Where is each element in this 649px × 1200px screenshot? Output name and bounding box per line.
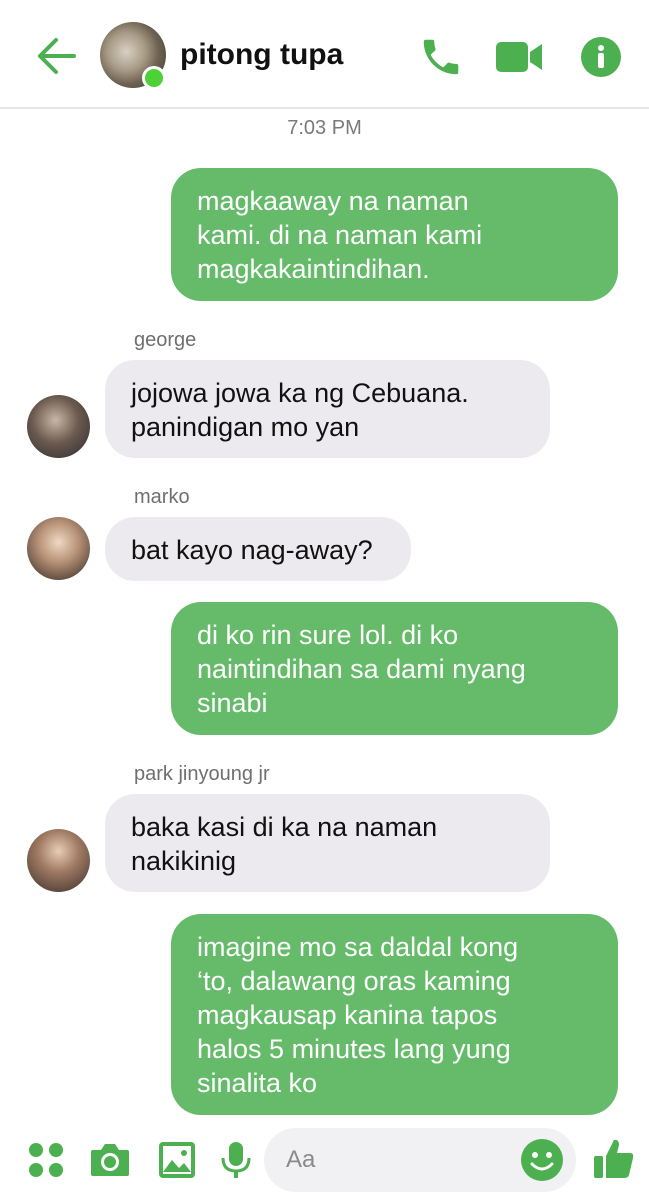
message-line: di ko rin sure lol. di ko: [197, 620, 459, 650]
incoming-message-bubble[interactable]: jojowa jowa ka ng Cebuana. panindigan mo…: [105, 360, 550, 458]
message-line: sinabi: [197, 688, 268, 718]
info-icon[interactable]: [580, 36, 622, 78]
video-camera-icon[interactable]: [494, 34, 544, 80]
message-input-placeholder: Aa: [286, 1146, 316, 1173]
back-arrow-icon[interactable]: [34, 36, 78, 76]
image-icon[interactable]: [157, 1140, 197, 1180]
phone-icon[interactable]: [418, 34, 464, 80]
thumbs-up-icon[interactable]: [592, 1136, 636, 1182]
message-line: sinalita ko: [197, 1068, 318, 1098]
menu-dots-icon[interactable]: [26, 1140, 66, 1180]
sender-name: marko: [134, 486, 190, 508]
outgoing-message-bubble[interactable]: imagine mo sa daldal kong ‘to, dalawang …: [171, 914, 618, 1115]
microphone-icon[interactable]: [218, 1140, 254, 1180]
message-line: nakikinig: [131, 846, 237, 876]
online-status-indicator: [142, 66, 166, 90]
emoji-icon[interactable]: [520, 1138, 564, 1182]
contact-name[interactable]: pitong tupa: [180, 38, 343, 72]
incoming-message-bubble[interactable]: baka kasi di ka na naman nakikinig: [105, 794, 550, 892]
sender-avatar[interactable]: [27, 517, 90, 580]
conversation-header: pitong tupa: [0, 0, 649, 109]
sender-name: george: [134, 329, 197, 351]
sender-avatar[interactable]: [27, 829, 90, 892]
sender-name: park jinyoung jr: [134, 763, 270, 785]
message-line: kami. di na naman kami: [197, 220, 483, 250]
sender-avatar[interactable]: [27, 395, 90, 458]
message-line: ‘to, dalawang oras kaming: [197, 966, 511, 996]
message-line: magkaaway na naman: [197, 186, 469, 216]
message-line: naintindihan sa dami nyang: [197, 654, 526, 684]
outgoing-message-bubble[interactable]: magkaaway na naman kami. di na naman kam…: [171, 168, 618, 301]
message-line: panindigan mo yan: [131, 412, 360, 442]
message-line: jojowa jowa ka ng Cebuana.: [131, 378, 469, 408]
message-line: baka kasi di ka na naman: [131, 812, 438, 842]
incoming-message-bubble[interactable]: bat kayo nag-away?: [105, 517, 411, 581]
message-line: imagine mo sa daldal kong: [197, 932, 519, 962]
outgoing-message-bubble[interactable]: di ko rin sure lol. di ko naintindihan s…: [171, 602, 618, 735]
message-line: bat kayo nag-away?: [131, 535, 373, 565]
message-line: halos 5 minutes lang yung: [197, 1034, 511, 1064]
message-composer: Aa: [0, 1120, 649, 1200]
message-line: magkakaintindihan.: [197, 254, 430, 284]
camera-icon[interactable]: [89, 1140, 131, 1180]
message-input[interactable]: Aa: [264, 1128, 576, 1192]
message-timestamp: 7:03 PM: [287, 117, 362, 139]
message-line: magkausap kanina tapos: [197, 1000, 498, 1030]
